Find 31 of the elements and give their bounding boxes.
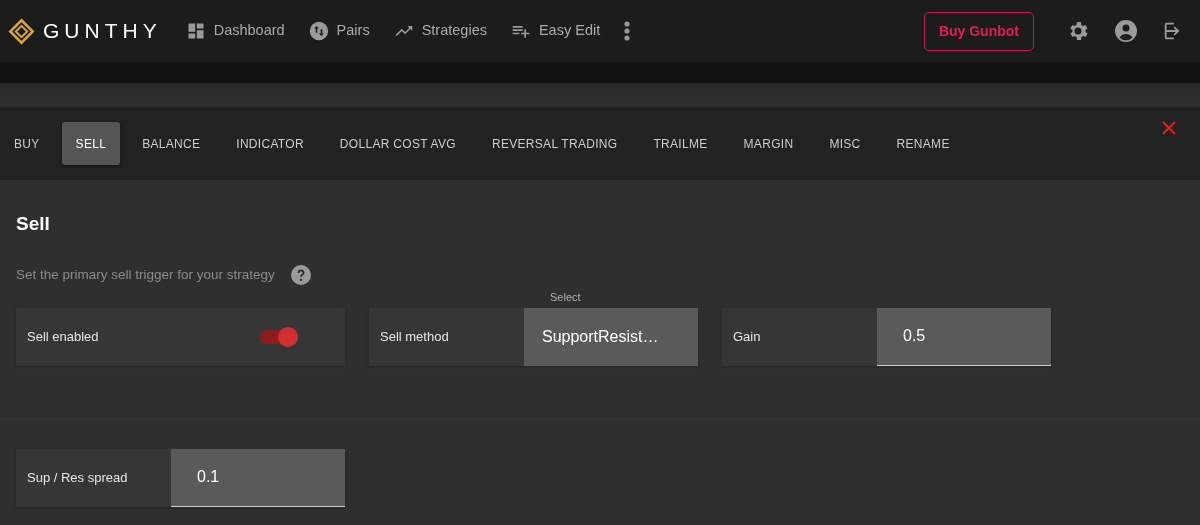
setting-label: Sell enabled: [26, 328, 100, 346]
tab[interactable]: RENAME: [882, 122, 964, 165]
help-icon[interactable]: [290, 264, 311, 285]
nav-link[interactable]: Pairs: [308, 20, 370, 42]
nav-link[interactable]: Strategies: [393, 20, 487, 42]
tab[interactable]: BALANCE: [128, 122, 215, 165]
floating-label: Select: [550, 290, 581, 304]
buy-button[interactable]: Buy Gunbot: [923, 11, 1034, 51]
brand-name: GUNTHY: [43, 18, 162, 45]
logo-icon[interactable]: [8, 17, 35, 45]
tab[interactable]: INDICATOR: [222, 122, 318, 165]
setting-label: Sell method: [379, 328, 450, 346]
setting-label: Sup / Res spread: [26, 469, 129, 487]
section-description: Set the primary sell trigger for your strategy: [16, 265, 275, 284]
tab[interactable]: DOLLAR COST AVG: [325, 122, 470, 165]
toggle-switch[interactable]: [260, 329, 296, 344]
input-field[interactable]: 0.5: [877, 307, 1051, 366]
setting-label: Gain: [732, 328, 762, 346]
account-icon[interactable]: [1114, 19, 1138, 43]
nav-link[interactable]: Easy Edit: [510, 20, 601, 42]
tab[interactable]: MISC: [815, 122, 875, 165]
input-field[interactable]: 0.1: [171, 448, 345, 507]
tab[interactable]: REVERSAL TRADING: [477, 122, 632, 165]
nav-link[interactable]: Dashboard: [185, 20, 285, 42]
section-title: Sell: [16, 212, 51, 236]
tab[interactable]: TRAILME: [639, 122, 722, 165]
tab[interactable]: SELL: [61, 122, 121, 165]
tab[interactable]: MARGIN: [729, 122, 808, 165]
swap-icon[interactable]: [308, 21, 329, 41]
more-menu-icon[interactable]: [624, 21, 631, 41]
tab[interactable]: BUY: [0, 122, 54, 165]
